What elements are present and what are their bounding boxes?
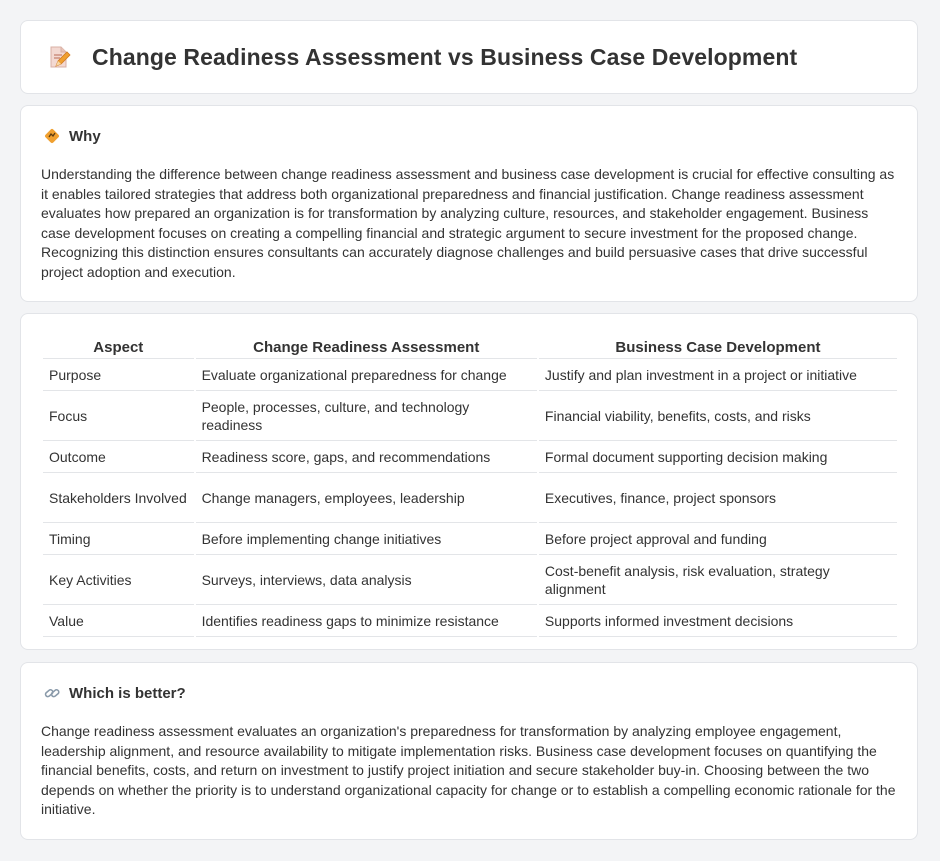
header-card: Change Readiness Assessment vs Business … xyxy=(20,20,918,94)
table-cell: Timing xyxy=(43,523,194,555)
which-text: Change readiness assessment evaluates an… xyxy=(41,723,896,817)
table-cell: Focus xyxy=(43,391,194,441)
comparison-table: Aspect Change Readiness Assessment Busin… xyxy=(41,336,899,637)
table-cell: Financial viability, benefits, costs, an… xyxy=(538,391,897,441)
table-cell: People, processes, culture, and technolo… xyxy=(195,391,537,441)
which-card: Which is better? Change readiness assess… xyxy=(20,662,918,840)
diamond-sign-icon xyxy=(43,127,61,145)
which-title: Which is better? xyxy=(69,684,186,702)
comparison-table-card: Aspect Change Readiness Assessment Busin… xyxy=(20,313,918,650)
table-row: Stakeholders Involved Change managers, e… xyxy=(43,473,897,523)
table-cell: Outcome xyxy=(43,441,194,473)
table-cell: Before project approval and funding xyxy=(538,523,897,555)
table-row: Key Activities Surveys, interviews, data… xyxy=(43,555,897,605)
why-title: Why xyxy=(69,127,101,145)
table-cell: Readiness score, gaps, and recommendatio… xyxy=(195,441,537,473)
table-cell: Stakeholders Involved xyxy=(43,473,194,523)
header-business-case: Business Case Development xyxy=(538,336,897,359)
table-cell: Purpose xyxy=(43,359,194,391)
table-row: Value Identifies readiness gaps to minim… xyxy=(43,605,897,637)
table-cell: Cost-benefit analysis, risk evaluation, … xyxy=(538,555,897,605)
header-change-readiness: Change Readiness Assessment xyxy=(195,336,537,359)
table-header-row: Aspect Change Readiness Assessment Busin… xyxy=(43,336,897,359)
table-cell: Supports informed investment decisions xyxy=(538,605,897,637)
why-card: Why Understanding the difference between… xyxy=(20,105,918,302)
table-cell: Evaluate organizational preparedness for… xyxy=(195,359,537,391)
which-heading: Which is better? xyxy=(43,684,186,702)
why-heading: Why xyxy=(43,127,101,145)
table-cell: Executives, finance, project sponsors xyxy=(538,473,897,523)
why-text: Understanding the difference between cha… xyxy=(41,166,895,280)
page-title: Change Readiness Assessment vs Business … xyxy=(92,43,798,70)
table-row: Focus People, processes, culture, and te… xyxy=(43,391,897,441)
table-cell: Before implementing change initiatives xyxy=(195,523,537,555)
table-cell: Value xyxy=(43,605,194,637)
table-cell: Change managers, employees, leadership xyxy=(195,473,537,523)
header-aspect: Aspect xyxy=(43,336,194,359)
table-cell: Formal document supporting decision maki… xyxy=(538,441,897,473)
table-row: Timing Before implementing change initia… xyxy=(43,523,897,555)
table-cell: Surveys, interviews, data analysis xyxy=(195,555,537,605)
table-cell: Justify and plan investment in a project… xyxy=(538,359,897,391)
table-cell: Identifies readiness gaps to minimize re… xyxy=(195,605,537,637)
table-row: Purpose Evaluate organizational prepared… xyxy=(43,359,897,391)
document-edit-icon xyxy=(46,44,72,70)
table-cell: Key Activities xyxy=(43,555,194,605)
table-row: Outcome Readiness score, gaps, and recom… xyxy=(43,441,897,473)
link-icon xyxy=(43,684,61,702)
